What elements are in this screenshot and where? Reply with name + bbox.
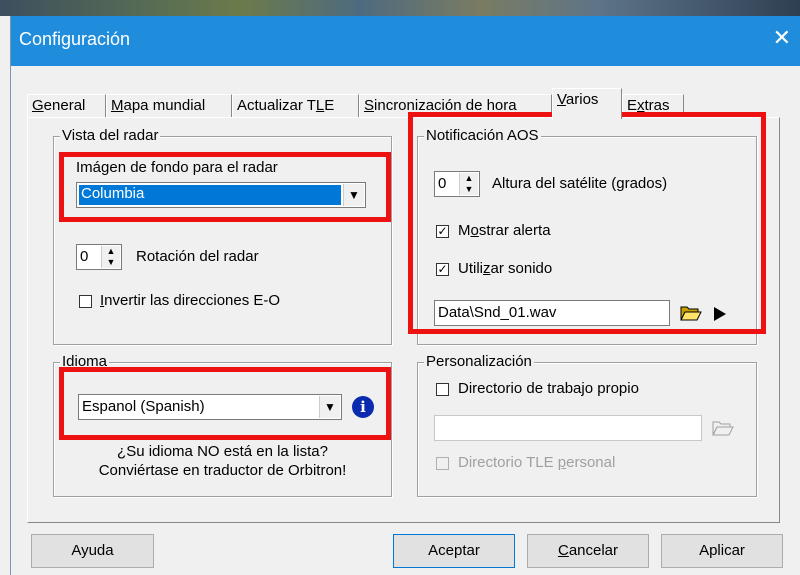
- show-alert-label[interactable]: Mostrar alerta: [458, 222, 551, 240]
- radar-rotation-label: Rotación del radar: [136, 248, 259, 265]
- use-sound-checkbox[interactable]: ✓: [436, 263, 449, 276]
- spinner-arrows-icon[interactable]: ▲ ▼: [101, 246, 120, 268]
- satellite-altitude-spinner[interactable]: 0 ▲ ▼: [434, 171, 480, 197]
- tab-world-map[interactable]: Mapa mundial: [106, 94, 232, 118]
- satellite-altitude-label: Altura del satélite (grados): [492, 175, 668, 192]
- help-button[interactable]: Ayuda: [31, 534, 154, 568]
- radar-background-label: Imágen de fondo para el radar: [76, 159, 278, 176]
- personal-tle-dir-label: Directorio TLE personal: [458, 454, 616, 471]
- radar-view-legend: Vista del radar: [60, 127, 161, 145]
- cancel-button[interactable]: Cancelar: [527, 534, 649, 568]
- radar-background-value: Columbia: [79, 185, 341, 205]
- radar-view-group: Vista del radar Imágen de fondo para el …: [53, 127, 392, 345]
- title-bar: Configuración ✕: [11, 16, 800, 66]
- radar-rotation-spinner[interactable]: 0 ▲ ▼: [76, 244, 122, 270]
- language-legend: Idioma: [60, 353, 110, 371]
- window-title: Configuración: [19, 29, 131, 49]
- aos-notification-legend: Notificación AOS: [424, 127, 541, 145]
- language-select[interactable]: Espanol (Spanish) ▼: [78, 394, 342, 420]
- radar-rotation-value: 0: [80, 248, 89, 265]
- chevron-down-icon[interactable]: ▼: [319, 396, 340, 418]
- sound-file-value: Data\Snd_01.wav: [438, 304, 557, 321]
- customization-group: Personalización Directorio de trabajo pr…: [417, 353, 757, 497]
- apply-button[interactable]: Aplicar: [661, 534, 783, 568]
- radar-background-select[interactable]: Columbia ▼: [76, 182, 366, 208]
- tab-update-tle[interactable]: Actualizar TLE: [232, 94, 359, 118]
- language-value: Espanol (Spanish): [82, 398, 205, 415]
- tab-misc[interactable]: Varios: [552, 88, 622, 119]
- show-alert-checkbox[interactable]: ✓: [436, 225, 449, 238]
- close-icon[interactable]: ✕: [773, 25, 791, 51]
- info-icon[interactable]: i: [352, 396, 374, 418]
- tab-time-sync[interactable]: Sincronización de hora: [359, 94, 552, 118]
- sound-file-input[interactable]: Data\Snd_01.wav: [434, 300, 670, 326]
- invert-directions-checkbox[interactable]: [79, 295, 92, 308]
- personal-tle-dir-checkbox: [436, 457, 449, 470]
- chevron-down-icon[interactable]: ▼: [343, 184, 364, 206]
- tab-extras[interactable]: Extras: [622, 94, 684, 118]
- tab-general[interactable]: General: [27, 94, 106, 118]
- language-note-line2: Conviértase en traductor de Orbitron!: [98, 462, 347, 479]
- custom-workdir-input[interactable]: [434, 415, 702, 441]
- folder-open-icon[interactable]: [680, 304, 702, 322]
- satellite-altitude-value: 0: [438, 175, 447, 192]
- desktop-background: [0, 0, 800, 16]
- spinner-arrows-icon[interactable]: ▲ ▼: [459, 173, 478, 195]
- customization-legend: Personalización: [424, 353, 534, 371]
- folder-open-icon: [712, 421, 734, 436]
- language-note-line1: ¿Su idioma NO está en la lista?: [117, 443, 328, 460]
- play-icon[interactable]: [714, 307, 726, 321]
- use-sound-label[interactable]: Utilizar sonido: [458, 260, 552, 278]
- configuration-dialog: Configuración ✕ General Mapa mundial Act…: [10, 16, 800, 575]
- ok-button[interactable]: Aceptar: [393, 534, 515, 568]
- custom-workdir-label[interactable]: Directorio de trabajo propio: [458, 380, 639, 398]
- custom-workdir-checkbox[interactable]: [436, 383, 449, 396]
- invert-directions-label[interactable]: Invertir las direcciones E-O: [100, 292, 280, 310]
- language-group: Idioma Espanol (Spanish) ▼ i ¿Su idioma …: [53, 353, 392, 497]
- aos-notification-group: Notificación AOS 0 ▲ ▼ Altura del satélit…: [417, 127, 757, 345]
